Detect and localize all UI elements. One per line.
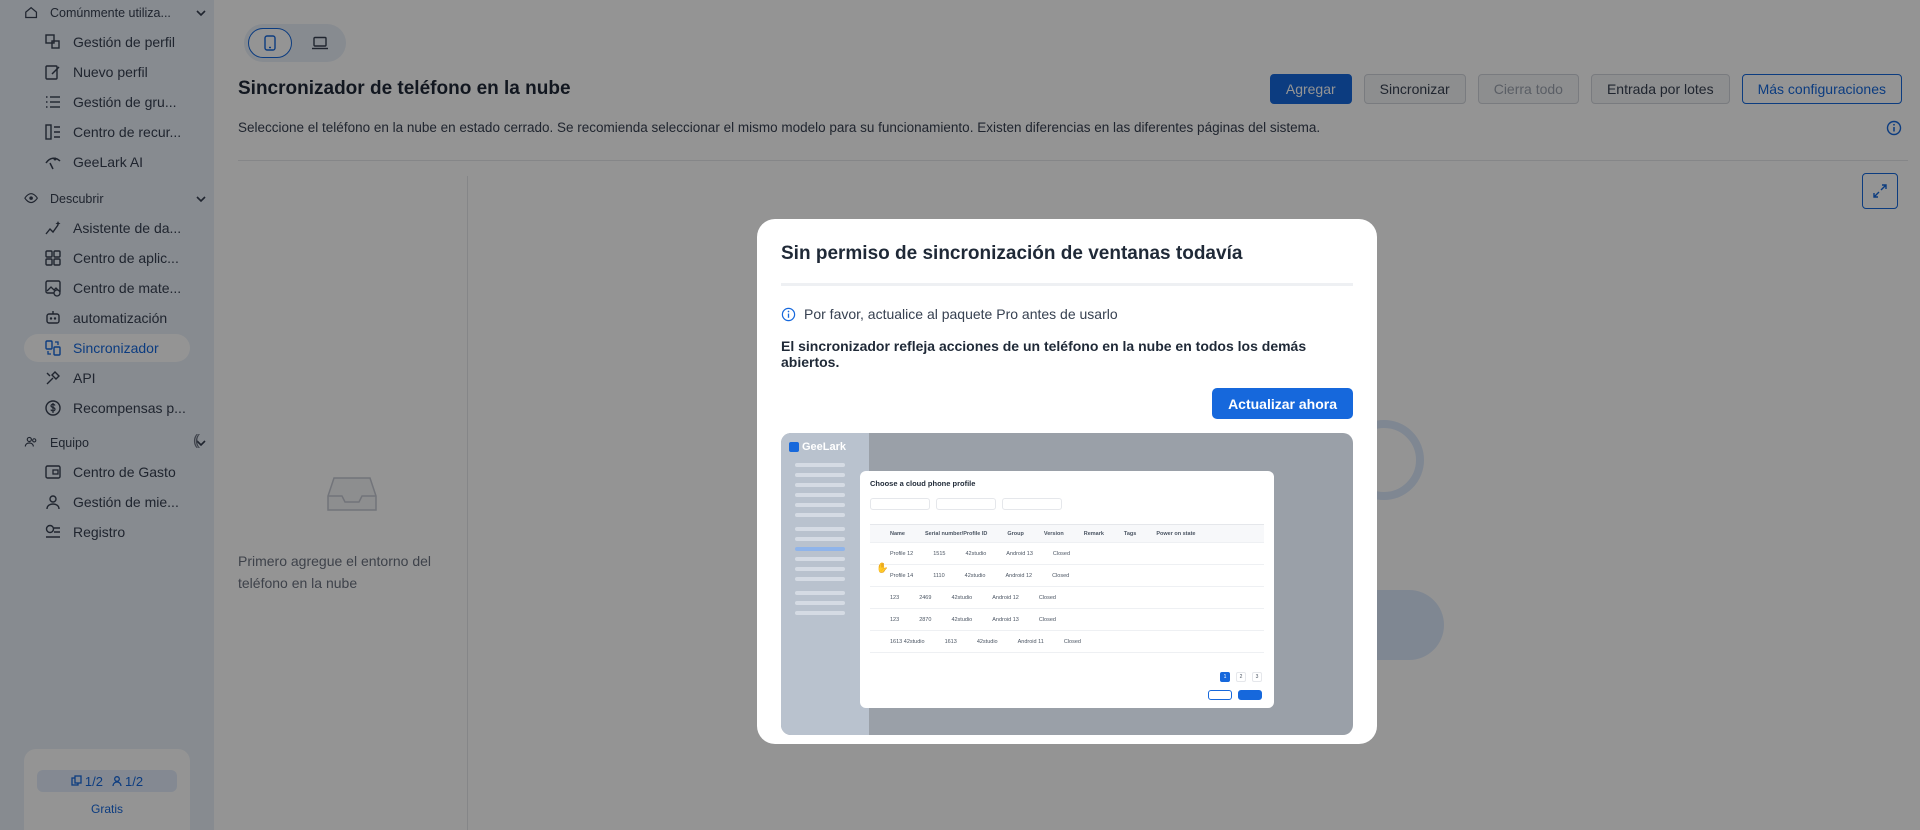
preview-table-cell: Android 12 <box>1005 572 1033 579</box>
preview-column-header: Version <box>1043 530 1064 537</box>
preview-table-cell: 2870 <box>919 616 932 623</box>
preview-table: Name Serial number/Profile ID Group Version… <box>870 524 1264 653</box>
preview-dialog-title: Choose a cloud phone profile <box>870 479 976 488</box>
preview-table-cell: Android 13 <box>992 616 1019 623</box>
preview-pager: 123 <box>1220 672 1262 682</box>
preview-column-header: Name <box>890 530 905 537</box>
preview-table-cell: 42studio <box>965 550 987 557</box>
preview-table-cell: 1613 <box>944 638 957 645</box>
preview-table-cell: 1110 <box>933 572 945 579</box>
preview-table-row: 1613 42studio 1613 42studio Android 11 Close… <box>870 631 1264 653</box>
preview-column-header: Serial number/Profile ID <box>924 530 988 537</box>
preview-table-cell: 42studio <box>951 616 973 623</box>
feature-preview-image: GeeLark Choose a cloud phone profile Nam… <box>781 433 1353 735</box>
preview-page-number: 3 <box>1252 672 1262 682</box>
upgrade-now-button[interactable]: Actualizar ahora <box>1212 388 1353 419</box>
preview-table-row: 123 2469 42studio Android 12 Closed <box>870 587 1264 609</box>
info-icon <box>781 307 796 322</box>
preview-dialog: Choose a cloud phone profile Name Serial … <box>860 471 1274 708</box>
preview-table-cell: Closed <box>1052 572 1070 579</box>
preview-table-cell: 123 <box>890 616 900 623</box>
preview-table-cell: Android 13 <box>1006 550 1033 557</box>
preview-table-cell: Closed <box>1038 616 1056 623</box>
preview-page-number: 1 <box>1220 672 1230 682</box>
hand-pointer-icon: ✋ <box>876 563 889 574</box>
preview-table-cell: 1613 42studio <box>890 638 925 645</box>
preview-table-row: Profile 14 1110 42studio Android 12 Closed <box>870 565 1264 587</box>
modal-notice-text: Por favor, actualice al paquete Pro ante… <box>804 306 1118 322</box>
preview-logo: GeeLark <box>789 441 861 453</box>
preview-table-cell: 123 <box>890 594 900 601</box>
modal-title: Sin permiso de sincronización de ventana… <box>781 243 1353 286</box>
preview-table-cell: 42studio <box>951 594 973 601</box>
preview-table-header: Name Serial number/Profile ID Group Version… <box>870 525 1264 543</box>
preview-table-cell: Profile 12 <box>890 550 914 557</box>
preview-table-row: 123 2870 42studio Android 13 Closed <box>870 609 1264 631</box>
preview-column-header: Power on state <box>1156 530 1196 537</box>
preview-table-cell: Closed <box>1038 594 1056 601</box>
preview-table-cell: 1515 <box>933 550 946 557</box>
preview-table-cell: Profile 14 <box>890 572 914 579</box>
preview-table-cell: Android 11 <box>1017 638 1044 645</box>
preview-table-cell: Closed <box>1063 638 1081 645</box>
upgrade-modal: Sin permiso de sincronización de ventana… <box>757 219 1377 744</box>
preview-table-cell: Closed <box>1052 550 1071 557</box>
preview-table-cell: 42studio <box>964 572 986 579</box>
preview-column-header: Tags <box>1123 530 1137 537</box>
preview-column-header: Remark <box>1083 530 1104 537</box>
preview-sidebar: GeeLark <box>781 433 869 735</box>
preview-table-cell: 2469 <box>919 594 932 601</box>
modal-description: El sincronizador refleja acciones de un … <box>781 338 1307 370</box>
preview-column-header: Group <box>1007 530 1024 537</box>
preview-table-row: Profile 12 1515 42studio Android 13 Closed <box>870 543 1264 565</box>
preview-page-number: 2 <box>1236 672 1246 682</box>
preview-table-cell: 42studio <box>976 638 998 645</box>
modal-notice: Por favor, actualice al paquete Pro ante… <box>781 306 1353 322</box>
preview-table-cell: Android 12 <box>992 594 1019 601</box>
